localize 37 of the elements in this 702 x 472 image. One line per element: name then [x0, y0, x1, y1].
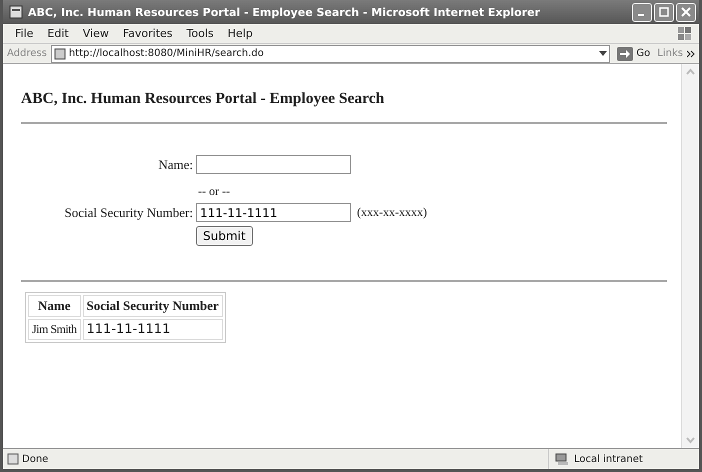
menu-item[interactable]: Edit	[41, 27, 75, 40]
menu-item[interactable]: Help	[222, 27, 259, 40]
field-label: Name:	[157, 156, 194, 172]
computer-icon	[555, 452, 571, 466]
separator-text: -- or --	[197, 183, 231, 199]
table-cell: 111-11-1111	[82, 319, 223, 340]
address-field[interactable]: http://localhost:8080/MiniHR/search.do	[50, 44, 610, 62]
browser-icon	[9, 5, 23, 19]
close-button[interactable]	[676, 2, 696, 22]
page-heading: ABC, Inc. Human Resources Portal - Employee Search	[21, 90, 386, 108]
page-icon	[7, 453, 19, 465]
format-hint: (xxx-xx-xxxx)	[356, 205, 427, 220]
submit-button[interactable]: Submit	[196, 226, 253, 246]
maximize-icon[interactable]	[659, 7, 669, 17]
status-text: Done	[22, 454, 50, 464]
maximize-button[interactable]	[654, 2, 674, 22]
column-header: Name	[28, 295, 81, 317]
windows-logo-icon	[677, 26, 693, 41]
zone-text: Local intranet	[574, 454, 643, 464]
window-title: ABC, Inc. Human Resources Portal - Employee Search - Microsoft Internet Explorer	[28, 6, 542, 18]
minimize-button[interactable]	[632, 2, 652, 22]
column-header: Social Security Number	[82, 295, 223, 317]
scrollbar[interactable]	[681, 64, 699, 448]
dropdown-arrow-icon[interactable]	[599, 50, 608, 56]
menu-item[interactable]: View	[76, 27, 115, 40]
menu-item[interactable]: Tools	[180, 27, 220, 40]
field-label: Social Security Number:	[63, 204, 194, 220]
go-button[interactable]: Go	[614, 46, 654, 60]
name-field[interactable]	[196, 155, 351, 174]
ssn-field[interactable]: 111-11-1111	[196, 203, 351, 222]
table-cell: Jim Smith	[28, 319, 81, 340]
address-label: Address	[7, 48, 47, 59]
menu-item[interactable]: File	[9, 27, 40, 40]
chevron-icon[interactable]	[687, 50, 695, 58]
menu-item[interactable]: Favorites	[116, 27, 179, 40]
close-icon[interactable]	[681, 7, 691, 17]
page-icon	[54, 48, 66, 60]
